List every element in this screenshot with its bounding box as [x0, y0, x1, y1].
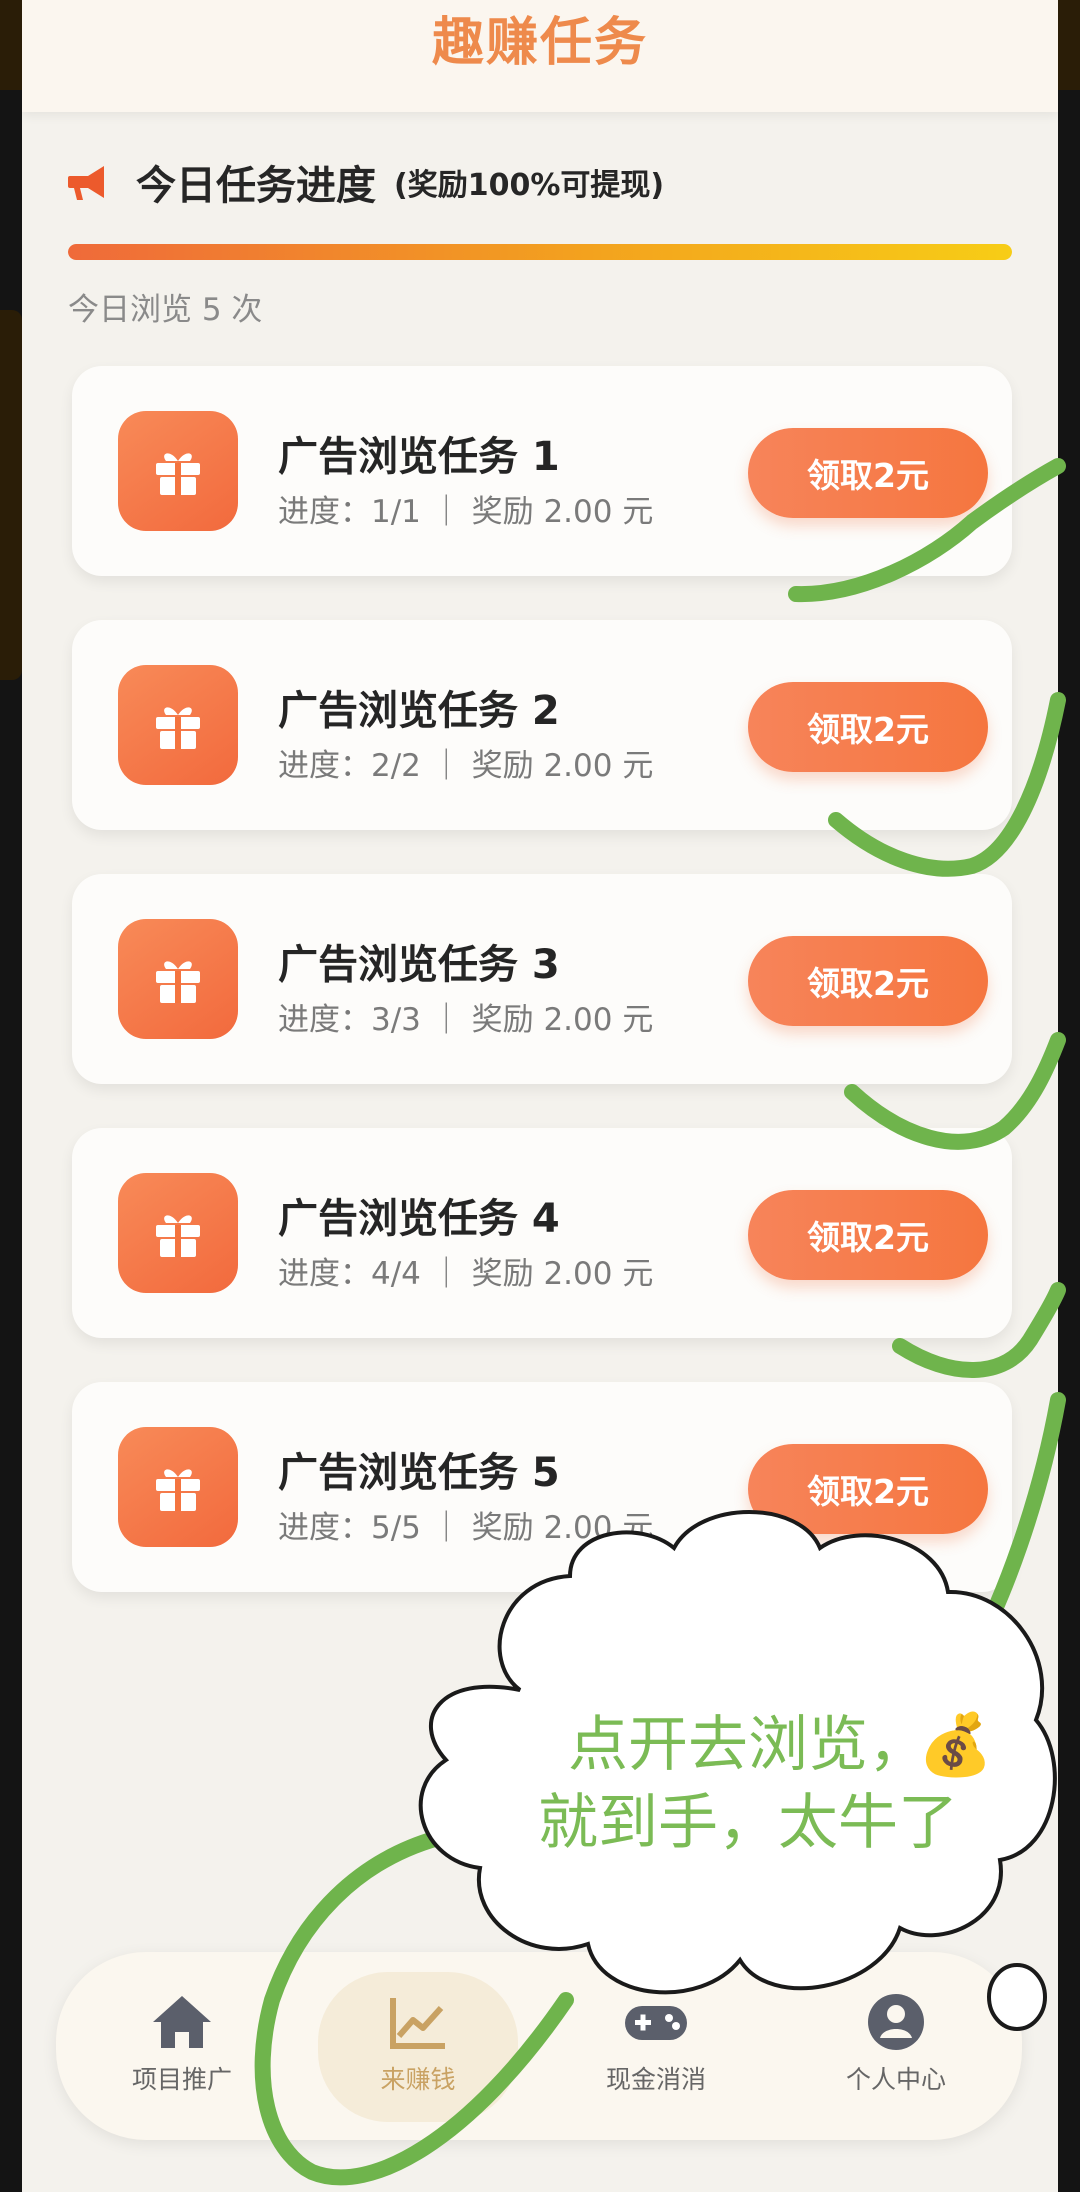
gift-icon: [118, 1427, 238, 1547]
user-icon: [868, 1994, 924, 2050]
task-name: 广告浏览任务 5: [278, 1450, 560, 1496]
gift-icon: [118, 1173, 238, 1293]
nav-label: 来赚钱: [380, 2065, 456, 2094]
gift-icon: [118, 919, 238, 1039]
task-progress: 进度：2/2 ｜ 奖励 2.00 元: [278, 748, 654, 784]
task-card: 广告浏览任务 3 进度：3/3 ｜ 奖励 2.00 元 领取2元: [72, 874, 1012, 1084]
right-edge-top: [1058, 0, 1080, 90]
nav-item-game[interactable]: 现金消消: [556, 1972, 756, 2122]
nav-item-profile[interactable]: 个人中心: [796, 1972, 996, 2122]
gift-icon: [118, 411, 238, 531]
nav-label: 现金消消: [605, 2065, 706, 2094]
nav-item-promote[interactable]: 项目推广: [82, 1972, 282, 2122]
task-card: 广告浏览任务 4 进度：4/4 ｜ 奖励 2.00 元 领取2元: [72, 1128, 1012, 1338]
nav-label: 项目推广: [131, 2065, 232, 2094]
task-card: 广告浏览任务 5 进度：5/5 ｜ 奖励 2.00 元 领取2元: [72, 1382, 1012, 1592]
progress-section-header: 今日任务进度 (奖励100%可提现): [66, 150, 664, 214]
left-edge: [0, 0, 22, 2192]
annotation-line-2: 就到手，太牛了: [538, 1788, 958, 1858]
gamepad-icon: [625, 2006, 687, 2040]
task-card: 广告浏览任务 2 进度：2/2 ｜ 奖励 2.00 元 领取2元: [72, 620, 1012, 830]
progress-bar: [68, 244, 1012, 260]
task-progress: 进度：4/4 ｜ 奖励 2.00 元: [278, 1256, 654, 1292]
task-progress: 进度：1/1 ｜ 奖励 2.00 元: [278, 494, 654, 530]
task-name: 广告浏览任务 4: [278, 1196, 560, 1242]
task-progress: 进度：5/5 ｜ 奖励 2.00 元: [278, 1510, 654, 1546]
progress-bar-fill: [68, 244, 1012, 260]
nav-item-earn[interactable]: 来赚钱: [318, 1972, 518, 2122]
progress-title: 今日任务进度: [136, 163, 376, 209]
claim-button[interactable]: 领取2元: [748, 1444, 988, 1534]
claim-button[interactable]: 领取2元: [748, 428, 988, 518]
left-edge-shape: [0, 310, 22, 680]
claim-button[interactable]: 领取2元: [748, 1190, 988, 1280]
gift-icon: [118, 665, 238, 785]
task-name: 广告浏览任务 1: [278, 434, 560, 480]
task-progress: 进度：3/3 ｜ 奖励 2.00 元: [278, 1002, 654, 1038]
left-edge-top: [0, 0, 22, 90]
app-screen: 趣赚任务 今日任务进度 (奖励100%可提现) 今日浏览 5 次 广告浏览任务 …: [22, 0, 1058, 2192]
task-name: 广告浏览任务 2: [278, 688, 560, 734]
chart-icon: [390, 1998, 445, 2049]
nav-label: 个人中心: [845, 2065, 946, 2094]
app-header: 趣赚任务: [22, 0, 1058, 112]
claim-button[interactable]: 领取2元: [748, 936, 988, 1026]
progress-note: (奖励100%可提现): [394, 168, 665, 203]
task-card: 广告浏览任务 1 进度：1/1 ｜ 奖励 2.00 元 领取2元: [72, 366, 1012, 576]
right-edge: [1058, 0, 1080, 2192]
app-title: 趣赚任务: [431, 12, 648, 73]
claim-button[interactable]: 领取2元: [748, 682, 988, 772]
home-icon: [153, 1996, 211, 2048]
megaphone-icon: [68, 166, 104, 200]
bottom-nav: 项目推广 来赚钱 现金消消 个人中心: [56, 1952, 1022, 2140]
money-bag-icon: 💰: [918, 1710, 993, 1780]
task-name: 广告浏览任务 3: [278, 942, 560, 988]
views-count: 今日浏览 5 次: [68, 292, 263, 328]
